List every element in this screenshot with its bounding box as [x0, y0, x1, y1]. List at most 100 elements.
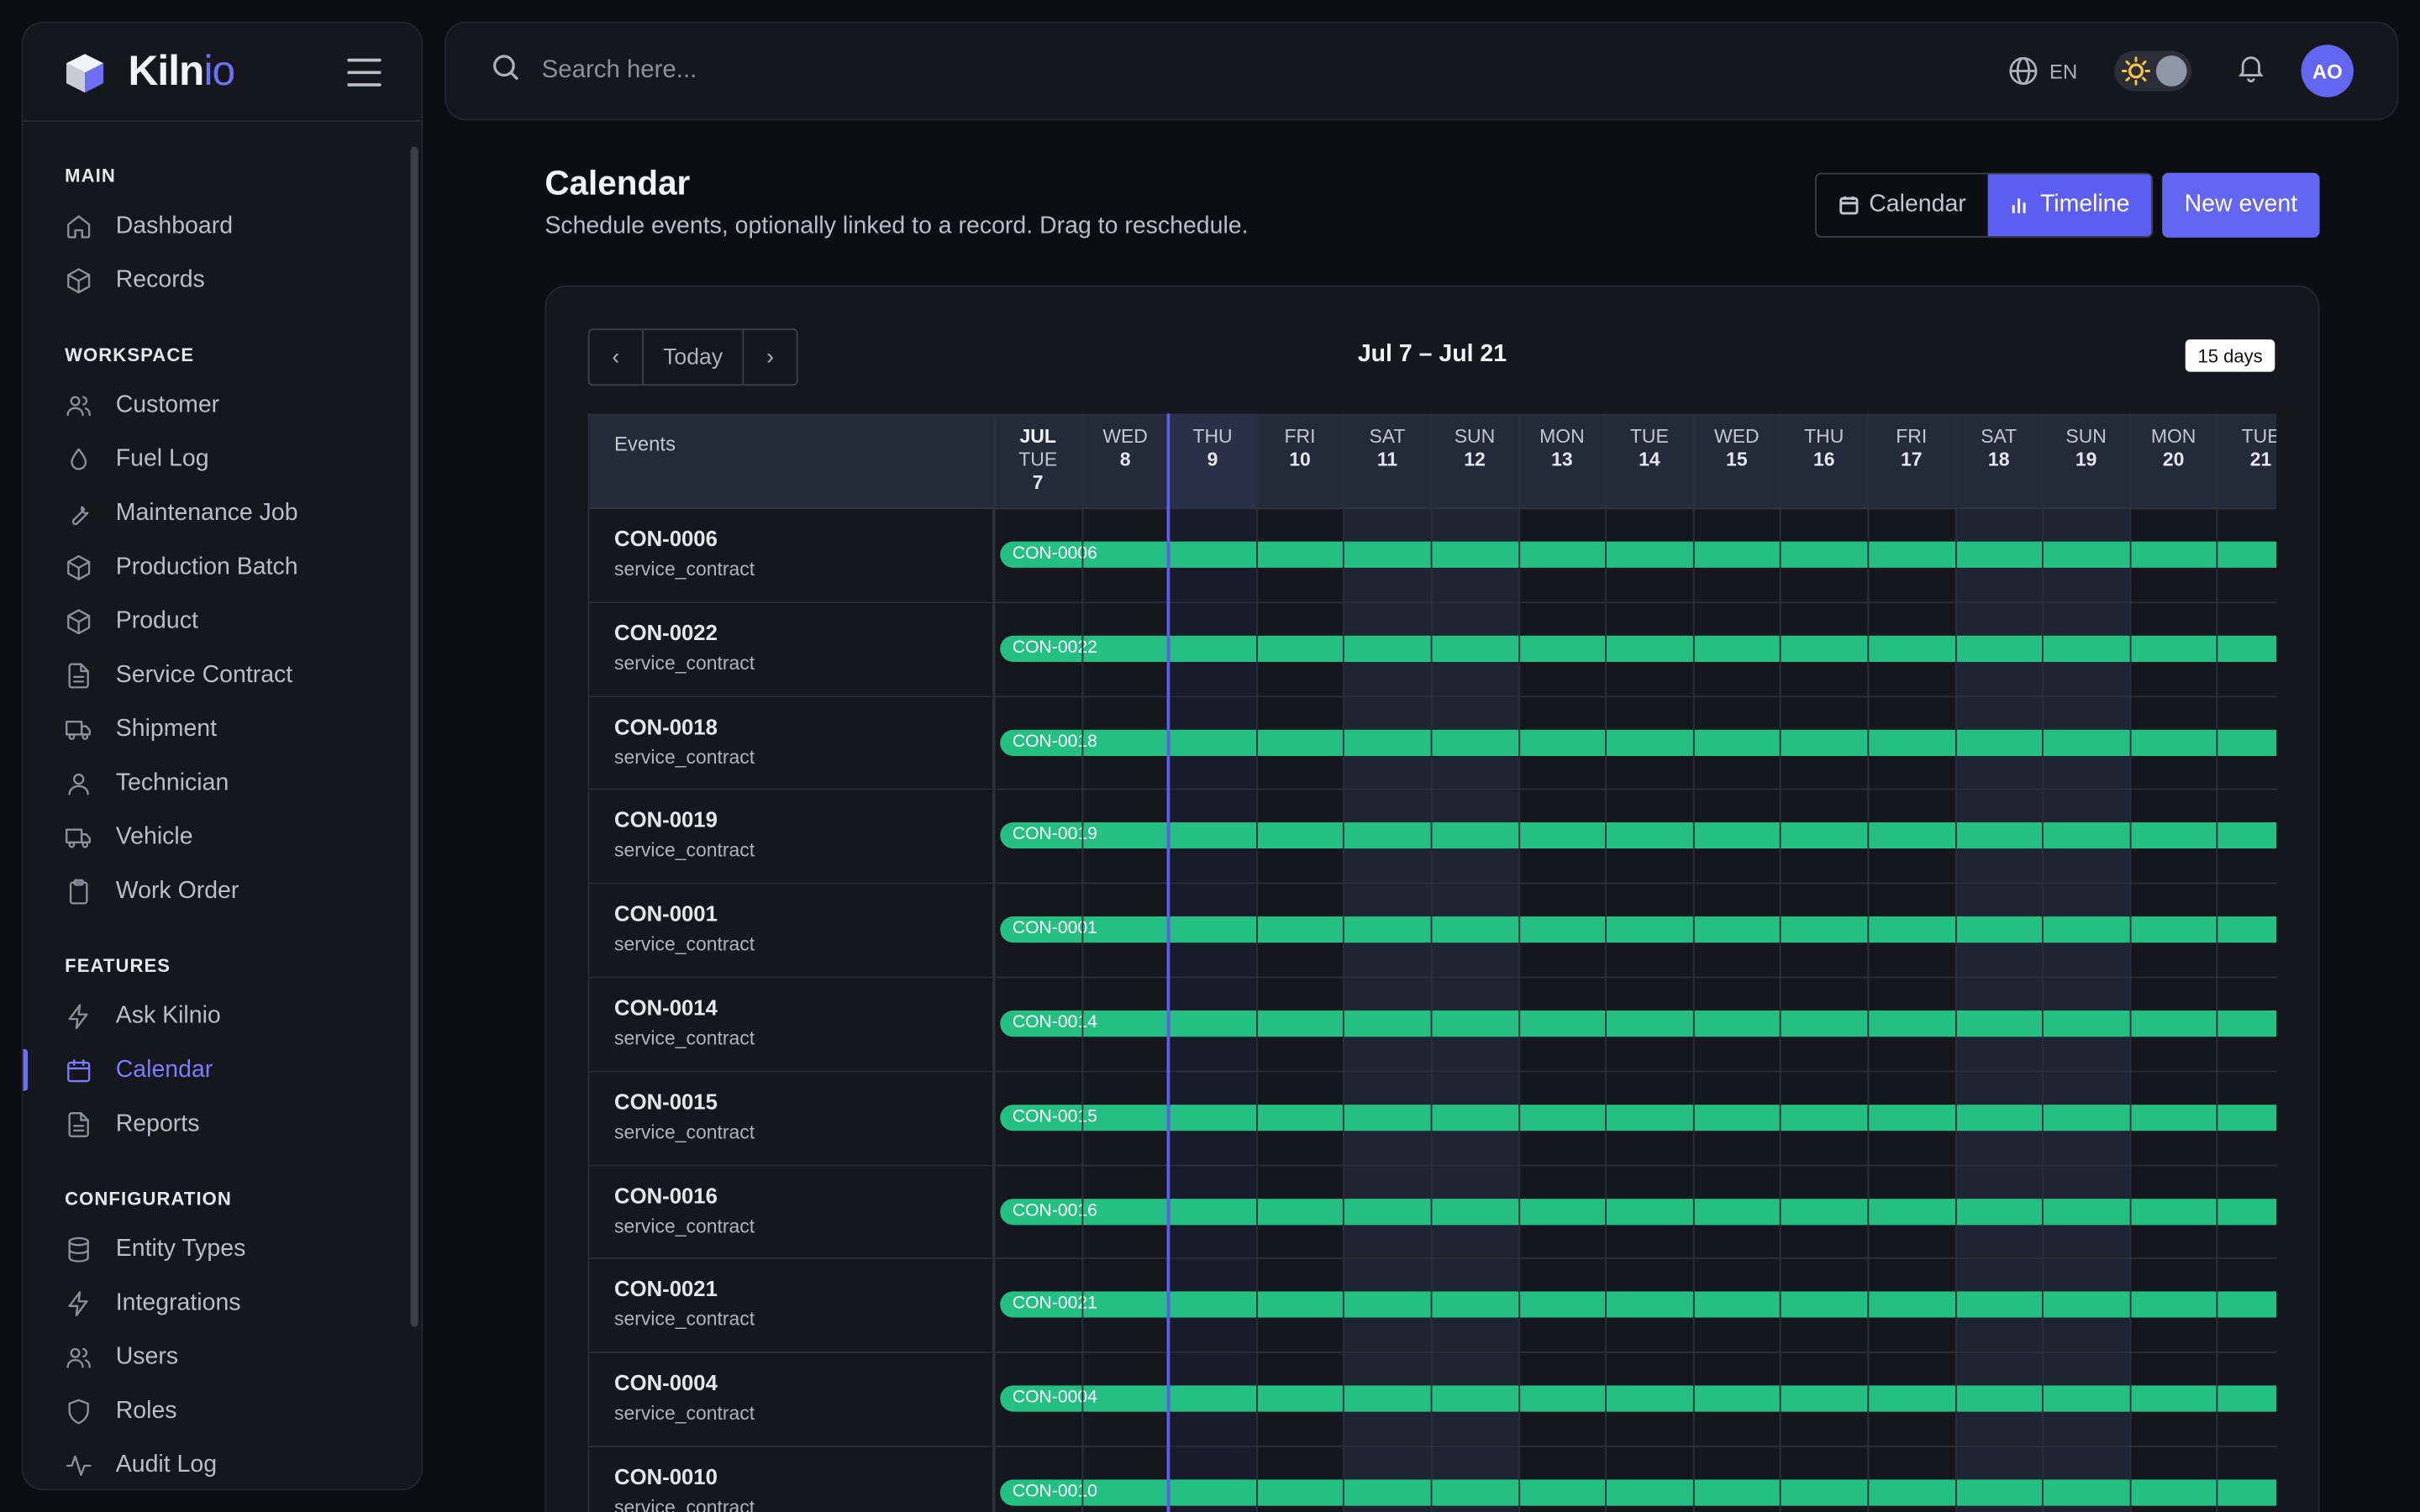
event-label[interactable]: CON-0021 service_contract: [589, 1259, 994, 1352]
file-icon: [65, 1110, 92, 1138]
sidebar-item-fuel-log[interactable]: Fuel Log: [24, 432, 422, 486]
sidebar-item-vehicle[interactable]: Vehicle: [24, 810, 422, 864]
day-of-week: SUN: [1454, 425, 1496, 448]
event-type: service_contract: [614, 1121, 755, 1143]
user-icon: [65, 769, 92, 797]
grid-line: [1081, 413, 1083, 1512]
sidebar-item-product[interactable]: Product: [24, 594, 422, 648]
theme-toggle[interactable]: [2114, 50, 2192, 92]
sidebar-item-integrations[interactable]: Integrations: [24, 1276, 422, 1330]
event-label[interactable]: CON-0015 service_contract: [589, 1072, 994, 1164]
sidebar-item-entity-types[interactable]: Entity Types: [24, 1222, 422, 1276]
sidebar-item-calendar[interactable]: Calendar: [23, 1043, 422, 1097]
day-number: 17: [1900, 449, 1923, 471]
timeline-row: CON-0014 service_contract CON-0014: [589, 978, 2277, 1073]
day-number: 13: [1551, 449, 1573, 471]
nav-section-title: FEATURES: [65, 954, 171, 977]
timeline-row: CON-0021 service_contract CON-0021: [589, 1259, 2277, 1354]
day-column-header: FRI 10: [1256, 426, 1344, 472]
event-bar[interactable]: CON-0022: [1000, 635, 2277, 662]
event-label[interactable]: CON-0022 service_contract: [589, 602, 994, 696]
event-label[interactable]: CON-0018 service_contract: [589, 696, 994, 790]
day-number: 12: [1464, 449, 1486, 471]
sidebar-item-records[interactable]: Records: [24, 253, 422, 307]
event-label[interactable]: CON-0006 service_contract: [589, 509, 994, 601]
bell-icon[interactable]: [2235, 51, 2268, 92]
sidebar-item-roles[interactable]: Roles: [24, 1384, 422, 1438]
day-column-header: SUN 19: [2042, 426, 2130, 472]
day-number: 8: [1119, 449, 1131, 471]
sidebar-item-dashboard[interactable]: Dashboard: [24, 199, 422, 253]
sidebar-item-users[interactable]: Users: [24, 1330, 422, 1383]
event-label[interactable]: CON-0010 service_contract: [589, 1446, 994, 1512]
search-input[interactable]: [541, 56, 1468, 86]
timeline-grid: Events JUL TUE 7 WED 8 THU 9 FRI 10 SAT 11 SUN 12 MON…: [587, 413, 2277, 1512]
days-badge[interactable]: 15 days: [2185, 339, 2275, 372]
grid-line: [1255, 413, 1258, 1512]
language-selector[interactable]: EN: [2007, 54, 2077, 87]
event-bar[interactable]: CON-0019: [1000, 822, 2277, 849]
sidebar-item-production-batch[interactable]: Production Batch: [24, 540, 422, 594]
event-label[interactable]: CON-0001 service_contract: [589, 884, 994, 977]
event-type: service_contract: [614, 933, 755, 956]
sidebar-item-maintenance-job[interactable]: Maintenance Job: [24, 486, 422, 540]
day-of-week: FRI: [1896, 425, 1928, 448]
sidebar-item-reports[interactable]: Reports: [24, 1097, 422, 1151]
event-bar[interactable]: CON-0015: [1000, 1104, 2277, 1131]
event-bar[interactable]: CON-0010: [1000, 1479, 2277, 1506]
timeline-rows: CON-0006 service_contract CON-0006 CON-0022…: [589, 509, 2277, 1512]
timeline-card: Jul 7 – Jul 21 ‹ Today › 15 days Events …: [544, 285, 2320, 1512]
sidebar-item-ask-kilnio[interactable]: Ask Kilnio: [24, 989, 422, 1042]
day-of-week: SAT: [1981, 425, 2018, 448]
sidebar-scrollbar[interactable]: [410, 146, 418, 1327]
sidebar-item-shipment[interactable]: Shipment: [24, 702, 422, 756]
day-number: 20: [2162, 449, 2185, 471]
day-column-header: THU 9: [1169, 426, 1257, 472]
sidebar-item-customer[interactable]: Customer: [24, 378, 422, 432]
event-type: service_contract: [614, 1402, 755, 1425]
truck-icon: [65, 715, 92, 743]
event-title: CON-0010: [614, 1463, 718, 1489]
sidebar-item-label: Vehicle: [115, 822, 193, 850]
event-bar[interactable]: CON-0014: [1000, 1011, 2277, 1037]
event-label[interactable]: CON-0016 service_contract: [589, 1165, 994, 1258]
sidebar-item-service-contract[interactable]: Service Contract: [24, 648, 422, 701]
kilnio-logo-icon[interactable]: [63, 50, 106, 93]
event-title: CON-0004: [614, 1370, 718, 1395]
day-of-week: WED: [1102, 425, 1148, 448]
zap-icon: [65, 1289, 92, 1317]
timeline-view-button[interactable]: Timeline: [1987, 174, 2152, 237]
event-bar[interactable]: CON-0021: [1000, 1292, 2277, 1319]
nav-section-title: MAIN: [65, 165, 116, 187]
event-bar[interactable]: CON-0018: [1000, 729, 2277, 756]
sidebar-item-audit-log[interactable]: Audit Log: [24, 1438, 422, 1489]
day-column-header: SAT 11: [1344, 426, 1432, 472]
day-of-week: TUE: [1629, 425, 1669, 448]
event-bar[interactable]: CON-0001: [1000, 916, 2277, 943]
timeline-row: CON-0010 service_contract CON-0010: [589, 1446, 2277, 1512]
event-label[interactable]: CON-0014 service_contract: [589, 978, 994, 1071]
next-button[interactable]: ›: [744, 330, 796, 384]
today-button[interactable]: Today: [642, 330, 744, 385]
event-bar[interactable]: CON-0016: [1000, 1198, 2277, 1225]
previous-button[interactable]: ‹: [590, 330, 642, 384]
calendar-view-button[interactable]: Calendar: [1817, 175, 1988, 236]
sidebar-item-technician[interactable]: Technician: [24, 756, 422, 810]
sidebar-item-label: Users: [115, 1342, 179, 1370]
avatar[interactable]: AO: [2301, 45, 2354, 97]
new-event-button[interactable]: New event: [2162, 172, 2320, 238]
calendar-view-label: Calendar: [1869, 191, 1966, 218]
view-switch: Calendar Timeline: [1814, 172, 2154, 238]
event-bar[interactable]: CON-0004: [1000, 1385, 2277, 1412]
brand-name: Kilnio: [128, 47, 235, 95]
day-column-header: MON 13: [1518, 426, 1607, 472]
file-icon: [65, 661, 92, 689]
day-of-week: MON: [1539, 425, 1585, 448]
event-title: CON-0019: [614, 807, 718, 832]
event-label[interactable]: CON-0004 service_contract: [589, 1353, 994, 1446]
event-label[interactable]: CON-0019 service_contract: [589, 790, 994, 883]
menu-toggle-icon[interactable]: [347, 57, 381, 86]
sidebar-item-work-order[interactable]: Work Order: [24, 864, 422, 918]
event-title: CON-0016: [614, 1182, 718, 1208]
event-bar[interactable]: CON-0006: [1000, 541, 2277, 568]
